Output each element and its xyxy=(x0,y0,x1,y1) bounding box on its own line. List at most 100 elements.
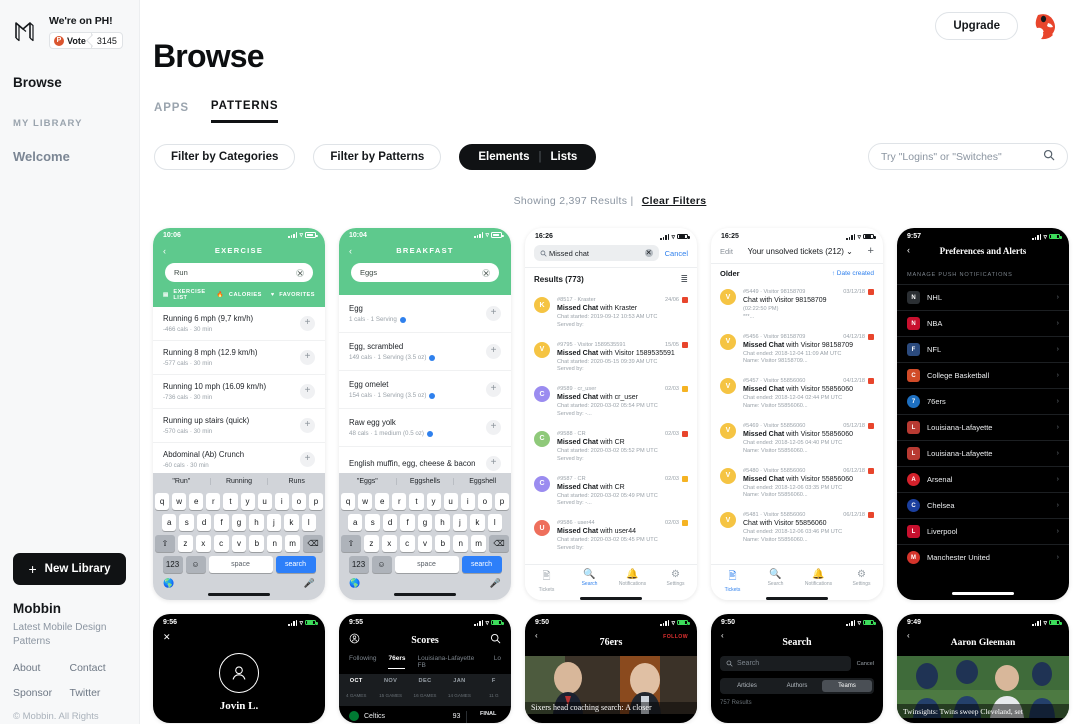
key[interactable]: w xyxy=(358,493,373,510)
key[interactable]: o xyxy=(477,493,492,510)
key[interactable]: d xyxy=(196,514,212,531)
back-icon[interactable]: ‹ xyxy=(907,631,910,640)
footer-link-sponsor[interactable]: Sponsor xyxy=(13,687,70,699)
emoji-key[interactable]: ☺ xyxy=(185,556,206,573)
month-nov[interactable]: NOV 15 GAMES xyxy=(373,674,407,706)
key[interactable]: m xyxy=(471,535,487,552)
list-item[interactable]: V #5456 · Visitor 98158709 04/12/18 Miss… xyxy=(711,328,883,373)
search-input[interactable] xyxy=(881,150,1043,163)
suggestion[interactable]: "Eggs" xyxy=(339,477,397,485)
add-icon[interactable]: + xyxy=(486,382,501,397)
search-key[interactable]: search xyxy=(461,556,502,573)
search-input[interactable]: Search xyxy=(720,656,851,671)
cancel-button[interactable]: Cancel xyxy=(665,249,688,258)
key[interactable]: r xyxy=(392,493,407,510)
avatar[interactable] xyxy=(1030,9,1064,43)
list-item[interactable]: M Manchester United › xyxy=(897,544,1069,570)
phone-card-scores[interactable]: 9:55 ▿ Scores Following 76ers Louisiana-… xyxy=(339,614,511,723)
list-item[interactable]: C College Basketball › xyxy=(897,362,1069,388)
key[interactable]: v xyxy=(231,535,247,552)
elements-label[interactable]: Elements xyxy=(478,151,529,163)
tab-search[interactable]: 🔍 Search xyxy=(568,569,611,593)
profile-circle-icon[interactable] xyxy=(349,631,360,649)
list-item[interactable]: Egg, scrambled 149 cals · 1 Serving (3.5… xyxy=(339,333,511,371)
search-field-row[interactable]: Search Cancel xyxy=(711,656,883,671)
key[interactable]: n xyxy=(267,535,283,552)
key[interactable]: c xyxy=(213,535,229,552)
key[interactable]: u xyxy=(257,493,272,510)
key[interactable]: k xyxy=(284,514,299,531)
key[interactable]: f xyxy=(214,514,229,531)
list-item[interactable]: U #9586 · user44 02/03 Missed Chat with … xyxy=(525,514,697,559)
list-item[interactable]: V #5449 · Visitor 98158709 03/12/18 Chat… xyxy=(711,283,883,328)
filter-by-patterns-button[interactable]: Filter by Patterns xyxy=(313,144,442,170)
key[interactable]: i xyxy=(460,493,475,510)
add-icon[interactable]: + xyxy=(486,456,501,471)
back-icon[interactable]: ‹ xyxy=(163,246,167,256)
phone-card-missed-chat[interactable]: 16:26 ▿ Missed chat ✕ Cancel Results (77… xyxy=(525,228,697,600)
search-key[interactable]: search xyxy=(275,556,316,573)
list-item[interactable]: V #5480 · Visitor 55856060 06/12/18 Miss… xyxy=(711,462,883,507)
game-row[interactable]: Celtics93 76ers107 FINALTHU, 10/24 xyxy=(339,706,511,723)
tickets-title[interactable]: Your unsolved tickets (212) ⌄ xyxy=(748,247,853,256)
microphone-icon[interactable]: 🎤 xyxy=(304,578,315,589)
key[interactable]: g xyxy=(417,514,433,531)
close-icon[interactable]: ✕ xyxy=(153,628,325,643)
microphone-icon[interactable]: 🎤 xyxy=(490,578,501,589)
key[interactable]: s xyxy=(179,514,194,531)
list-item[interactable]: Running 6 mph (9,7 km/h) -466 cals · 30 m… xyxy=(153,307,325,341)
key[interactable]: o xyxy=(291,493,306,510)
filter-icon[interactable]: ≣ xyxy=(680,274,688,285)
segment-authors[interactable]: Authors xyxy=(772,680,822,692)
key[interactable]: f xyxy=(400,514,415,531)
chat-search-field[interactable]: Missed chat ✕ xyxy=(534,245,659,261)
ph-vote-widget[interactable]: P Vote 3145 xyxy=(49,32,123,49)
key[interactable]: e xyxy=(375,493,390,510)
month-oct[interactable]: OCT 4 GAMES xyxy=(339,674,373,706)
tab-settings[interactable]: ⚙ Settings xyxy=(840,569,883,593)
exercise-search-field[interactable]: Run ✕ xyxy=(165,263,313,282)
phone-card-preferences[interactable]: 9:57 ▿ ‹ Preferences and Alerts MANAGE P… xyxy=(897,228,1069,600)
numbers-key[interactable]: 123 xyxy=(162,556,183,573)
backspace-key[interactable]: ⌫ xyxy=(489,535,510,552)
upgrade-button[interactable]: Upgrade xyxy=(935,12,1018,40)
key[interactable]: p xyxy=(308,493,323,510)
follow-button[interactable]: FOLLOW xyxy=(663,634,688,640)
tab-76ers[interactable]: 76ers xyxy=(388,655,406,669)
key[interactable]: x xyxy=(195,535,211,552)
tab-tickets[interactable]: 🖹 Tickets xyxy=(711,569,754,593)
suggestion[interactable]: Eggshells xyxy=(397,477,455,485)
sidebar-item-browse[interactable]: Browse xyxy=(13,75,126,90)
keyboard[interactable]: "Eggs" Eggshells Eggshell q w e r t y u … xyxy=(339,473,511,600)
suggestion[interactable]: "Run" xyxy=(153,477,211,485)
key[interactable]: p xyxy=(494,493,509,510)
list-item[interactable]: N NBA › xyxy=(897,310,1069,336)
list-item[interactable]: L Louisiana-Lafayette › xyxy=(897,440,1069,466)
clear-icon[interactable]: ✕ xyxy=(644,249,653,257)
search-icon[interactable] xyxy=(1043,148,1055,166)
add-icon[interactable]: + xyxy=(486,344,501,359)
filter-by-categories-button[interactable]: Filter by Categories xyxy=(154,144,296,170)
key[interactable]: q xyxy=(155,493,170,510)
key[interactable]: n xyxy=(453,535,469,552)
add-icon[interactable]: + xyxy=(300,418,315,433)
suggestion[interactable]: Running xyxy=(211,477,269,485)
add-icon[interactable]: + xyxy=(486,420,501,435)
list-item[interactable]: N NHL › xyxy=(897,284,1069,310)
key[interactable]: i xyxy=(274,493,289,510)
key[interactable]: j xyxy=(452,514,468,531)
key[interactable]: d xyxy=(382,514,398,531)
tab-louisiana[interactable]: Louisiana-Lafayette FB xyxy=(417,655,481,669)
tab-calories[interactable]: 🔥 CALORIES xyxy=(217,289,262,301)
key[interactable]: r xyxy=(206,493,221,510)
list-item[interactable]: V #5469 · Visitor 55856060 05/12/18 Miss… xyxy=(711,417,883,462)
list-item[interactable]: C Chelsea › xyxy=(897,492,1069,518)
list-item[interactable]: F NFL › xyxy=(897,336,1069,362)
key[interactable]: l xyxy=(301,514,316,531)
list-item[interactable]: Raw egg yolk 48 cals · 1 medium (0.5 oz)… xyxy=(339,409,511,447)
phone-card-tickets[interactable]: 16:25 ▿ Edit Your unsolved tickets (212)… xyxy=(711,228,883,600)
key[interactable]: e xyxy=(189,493,204,510)
key[interactable]: b xyxy=(435,535,451,552)
phone-card-exercise[interactable]: 10:06 ▿ ‹ EXERCISE Run ✕ ▤ EXERCISE LIST… xyxy=(153,228,325,600)
phone-card-profile[interactable]: 9:56 ▿ ✕ Jovin L. xyxy=(153,614,325,723)
